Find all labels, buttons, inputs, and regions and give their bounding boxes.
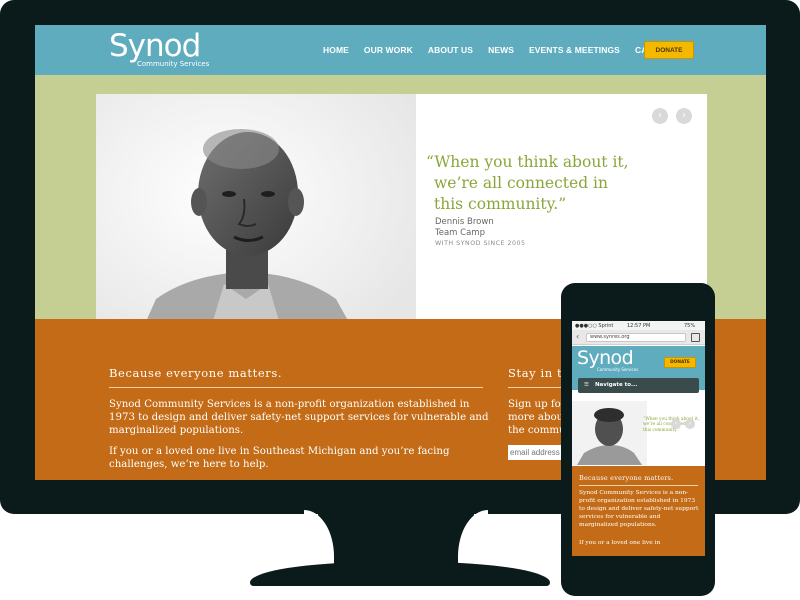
mobile-mission-band: Because everyone matters. Synod Communit… (572, 466, 705, 556)
mobile-about-heading: Because everyone matters. (579, 474, 698, 486)
battery-label: 75% (684, 323, 696, 329)
site-logo[interactable]: Synod Community Services (109, 28, 219, 72)
address-field[interactable]: www.synres.org (586, 333, 686, 342)
hero-author-name: Dennis Brown (435, 217, 494, 227)
arrow-left-icon[interactable]: ‹ (671, 419, 681, 429)
nav-our-work[interactable]: OUR WORK (364, 45, 413, 55)
mobile-logo-wordmark[interactable]: Synod (577, 347, 634, 369)
carrier-label: ●●●○○ Sprint (575, 323, 614, 329)
logo-wordmark: Synod (109, 28, 201, 64)
about-heading: Because everyone matters. (109, 366, 483, 388)
mobile-logo-subtitle: Community Services (597, 367, 639, 372)
hero-quote-line: “When you think about it, (426, 153, 629, 171)
mobile-nav-select[interactable]: ☰ Navigate to... (578, 378, 699, 393)
mobile-donate-button[interactable]: DONATE (664, 357, 696, 368)
hero-quote: “When you think about it, we’re all conn… (426, 152, 686, 215)
monitor-stand-base (250, 562, 550, 586)
mobile-hero: “When you think about it, we’re all conn… (572, 401, 705, 465)
about-section: Because everyone matters. Synod Communit… (109, 366, 489, 479)
logo-subtitle: Community Services (137, 60, 210, 68)
nav-home[interactable]: HOME (323, 45, 349, 55)
arrow-left-icon[interactable]: ‹ (652, 108, 668, 124)
arrow-right-icon[interactable]: › (685, 419, 695, 429)
mobile-url-bar: ‹ www.synres.org (572, 330, 705, 345)
back-arrow-icon[interactable]: ‹ (576, 332, 579, 341)
hero-quote-line: we’re all connected in (434, 174, 608, 192)
nav-news[interactable]: NEWS (488, 45, 514, 55)
mobile-nav-label: Navigate to... (594, 382, 638, 388)
mobile-hero-portrait-image (572, 401, 647, 465)
about-paragraph: Synod Community Services is a non-profit… (109, 399, 489, 436)
mobile-about-paragraph: Synod Community Services is a non-profit… (579, 490, 699, 528)
mobile-status-bar: ●●●○○ Sprint 12:57 PM 75% (572, 321, 705, 330)
menu-icon: ☰ (584, 382, 589, 388)
mobile-screen: ●●●○○ Sprint 12:57 PM 75% ‹ www.synres.o… (572, 321, 705, 556)
hero-author-team: Team Camp (435, 228, 485, 238)
mobile-about-paragraph: If you or a loved one live in (579, 540, 661, 546)
donate-button[interactable]: DONATE (644, 41, 694, 59)
nav-events-meetings[interactable]: EVENTS & MEETINGS (529, 45, 620, 55)
arrow-right-icon[interactable]: › (676, 108, 692, 124)
clock-label: 12:57 PM (627, 323, 651, 329)
main-nav: HOME OUR WORK ABOUT US NEWS EVENTS & MEE… (323, 25, 692, 75)
mobile-phone: ●●●○○ Sprint 12:57 PM 75% ‹ www.synres.o… (561, 283, 715, 596)
hero-quote-line: this community.” (434, 195, 567, 213)
hero-portrait-image (96, 94, 416, 344)
tabs-icon[interactable] (691, 333, 700, 342)
nav-about-us[interactable]: ABOUT US (428, 45, 473, 55)
site-header: Synod Community Services HOME OUR WORK A… (35, 25, 766, 75)
hero-author-since: WITH SYNOD SINCE 2005 (435, 240, 526, 247)
monitor-stand-neck (304, 510, 488, 572)
about-paragraph: If you or a loved one live in Southeast … (109, 446, 450, 470)
